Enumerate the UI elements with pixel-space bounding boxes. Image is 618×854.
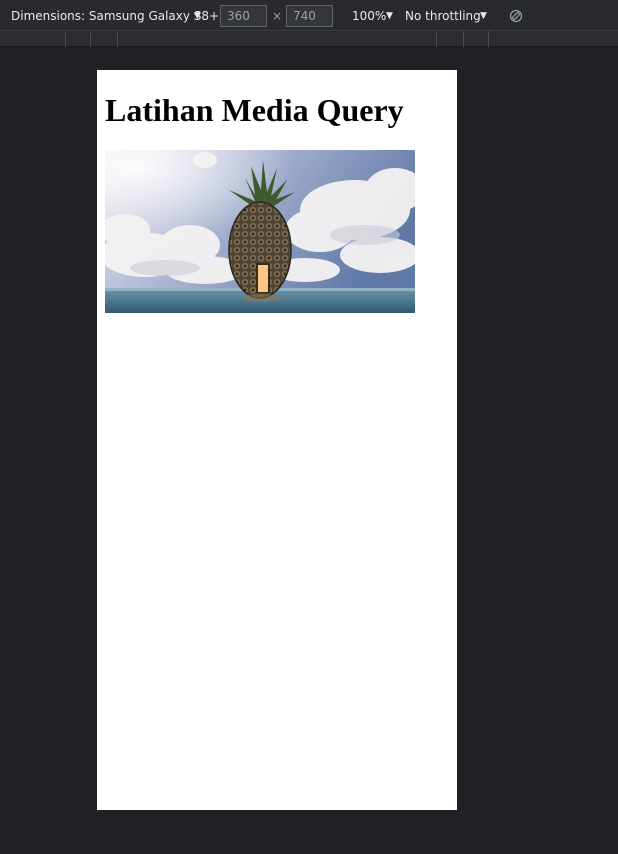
rotate-icon[interactable]	[509, 9, 523, 23]
throttling-dropdown[interactable]: No throttling	[405, 8, 481, 24]
device-viewport[interactable]: Latihan Media Query	[97, 70, 457, 810]
media-query-bar[interactable]	[0, 31, 618, 47]
media-query-marker[interactable]	[436, 31, 437, 47]
pineapple-house-photo	[105, 150, 415, 313]
device-toolbar: Dimensions: Samsung Galaxy S8+ ▼ × 100% …	[0, 0, 618, 31]
zoom-chevron-down-icon[interactable]: ▼	[386, 9, 393, 23]
page-title: Latihan Media Query	[105, 92, 404, 128]
zoom-dropdown[interactable]: 100%	[352, 8, 386, 24]
media-query-marker[interactable]	[463, 31, 464, 47]
media-query-marker[interactable]	[90, 31, 91, 47]
dimension-separator: ×	[272, 9, 283, 23]
dimensions-dropdown[interactable]: Dimensions: Samsung Galaxy S8+	[11, 8, 219, 24]
media-query-marker[interactable]	[117, 31, 118, 47]
media-query-marker[interactable]	[65, 31, 66, 47]
width-input[interactable]	[220, 5, 267, 27]
height-input[interactable]	[286, 5, 333, 27]
media-query-marker[interactable]	[488, 31, 489, 47]
dimensions-chevron-down-icon[interactable]: ▼	[194, 9, 201, 23]
throttling-chevron-down-icon[interactable]: ▼	[480, 9, 487, 23]
